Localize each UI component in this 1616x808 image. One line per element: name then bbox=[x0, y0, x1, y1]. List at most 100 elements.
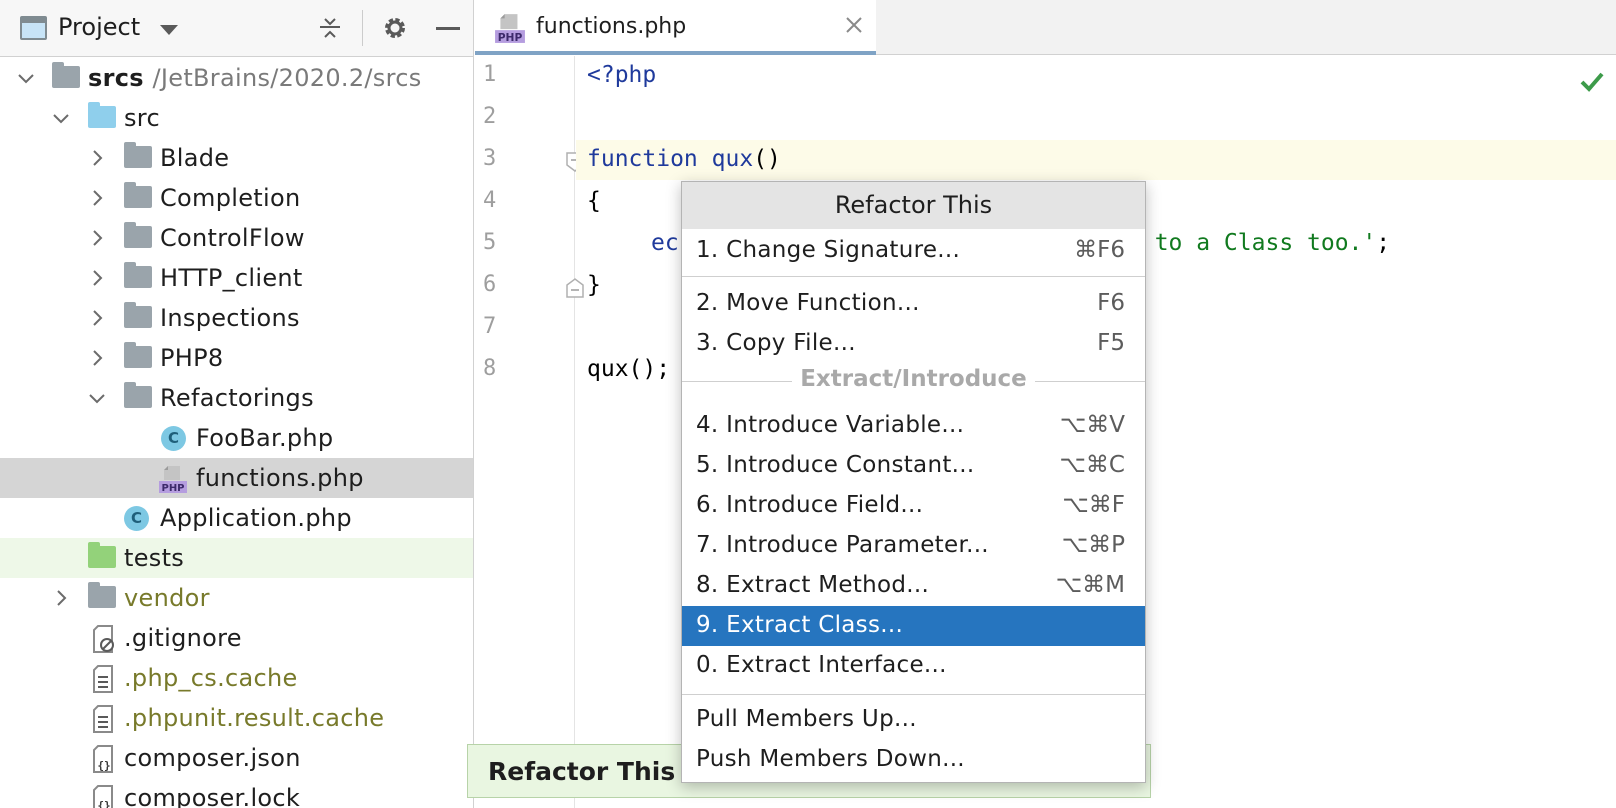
menu-item-extract-interface[interactable]: 0. Extract Interface... bbox=[682, 646, 1145, 686]
tree-item-http-client[interactable]: HTTP_client bbox=[0, 258, 473, 298]
tree-item-label: tests bbox=[124, 544, 185, 572]
menu-item-move-function[interactable]: 2. Move Function... F6 bbox=[682, 284, 1145, 324]
tree-item-label: srcs bbox=[88, 64, 144, 92]
line-number: 8 bbox=[483, 356, 497, 381]
svg-text:PHP: PHP bbox=[498, 31, 523, 44]
chevron-down-icon[interactable] bbox=[17, 69, 35, 87]
code-punctuation: () bbox=[753, 146, 781, 172]
menu-item-introduce-field[interactable]: 6. Introduce Field... ⌥⌘F bbox=[682, 486, 1145, 526]
close-icon[interactable] bbox=[843, 14, 865, 36]
line-number: 6 bbox=[483, 272, 497, 297]
tree-item-controlflow[interactable]: ControlFlow bbox=[0, 218, 473, 258]
menu-item-introduce-parameter[interactable]: 7. Introduce Parameter... ⌥⌘P bbox=[682, 526, 1145, 566]
hint-text: Refactor This bbox=[488, 757, 676, 786]
menu-item-introduce-constant[interactable]: 5. Introduce Constant... ⌥⌘C bbox=[682, 446, 1145, 486]
chevron-right-icon[interactable] bbox=[88, 229, 106, 247]
chevron-right-icon[interactable] bbox=[88, 189, 106, 207]
tree-item-foobar-php[interactable]: C FooBar.php bbox=[0, 418, 473, 458]
test-folder-icon bbox=[88, 542, 116, 568]
source-folder-icon bbox=[88, 102, 116, 128]
menu-item-introduce-variable[interactable]: 4. Introduce Variable... ⌥⌘V bbox=[682, 406, 1145, 446]
tree-item-blade[interactable]: Blade bbox=[0, 138, 473, 178]
ignore-file-icon bbox=[93, 625, 114, 653]
code-punctuation: ; bbox=[1376, 230, 1391, 256]
folder-icon bbox=[124, 222, 152, 248]
tree-item-label: .gitignore bbox=[124, 624, 242, 652]
menu-item-label: 1. Change Signature... bbox=[696, 237, 961, 263]
menu-item-shortcut: ⌥⌘V bbox=[1059, 412, 1125, 438]
tree-item-label: ControlFlow bbox=[160, 224, 305, 252]
chevron-right-icon[interactable] bbox=[88, 149, 106, 167]
tab-label: functions.php bbox=[536, 14, 687, 39]
folder-icon bbox=[124, 262, 152, 288]
tree-item-tests[interactable]: tests bbox=[0, 538, 473, 578]
code-text: qux(); bbox=[587, 356, 671, 382]
tree-item-inspections[interactable]: Inspections bbox=[0, 298, 473, 338]
folder-icon bbox=[124, 182, 152, 208]
svg-text:{}: {} bbox=[97, 759, 110, 772]
json-file-icon: {} bbox=[93, 745, 113, 773]
tree-item-functions-php[interactable]: PHP functions.php bbox=[0, 458, 473, 498]
chevron-down-icon[interactable] bbox=[88, 389, 106, 407]
project-view-title[interactable]: Project bbox=[58, 13, 140, 41]
hide-panel-icon[interactable] bbox=[436, 27, 460, 30]
tree-item-php-cs-cache[interactable]: .php_cs.cache bbox=[0, 658, 473, 698]
tree-item-composer-json[interactable]: {} composer.json bbox=[0, 738, 473, 778]
tree-item-label: functions.php bbox=[196, 464, 364, 492]
popup-title: Refactor This bbox=[682, 182, 1145, 229]
menu-item-shortcut: ⌥⌘F bbox=[1062, 492, 1125, 518]
menu-item-label: 4. Introduce Variable... bbox=[696, 412, 965, 438]
php-file-icon: PHP bbox=[495, 14, 525, 44]
gear-icon[interactable] bbox=[381, 14, 409, 42]
menu-item-push-members-down[interactable]: Push Members Down... bbox=[682, 740, 1145, 780]
line-number: 5 bbox=[483, 230, 497, 255]
tree-item-vendor[interactable]: vendor bbox=[0, 578, 473, 618]
chevron-right-icon[interactable] bbox=[52, 589, 70, 607]
tree-item-label: FooBar.php bbox=[196, 424, 334, 452]
menu-item-copy-file[interactable]: 3. Copy File... F5 bbox=[682, 324, 1145, 364]
menu-item-label: 8. Extract Method... bbox=[696, 572, 930, 598]
tree-item-label: .php_cs.cache bbox=[124, 664, 298, 692]
tree-item-label: Refactorings bbox=[160, 384, 314, 412]
php-class-icon: C bbox=[161, 426, 186, 451]
text-file-icon bbox=[93, 705, 113, 733]
menu-item-shortcut: ⌥⌘C bbox=[1059, 452, 1125, 478]
tree-item-completion[interactable]: Completion bbox=[0, 178, 473, 218]
tree-item-path: /JetBrains/2020.2/srcs bbox=[152, 64, 422, 92]
menu-item-shortcut: ⌥⌘M bbox=[1055, 572, 1125, 598]
chevron-right-icon[interactable] bbox=[88, 309, 106, 327]
tree-item-composer-lock[interactable]: {} composer.lock bbox=[0, 778, 473, 808]
line-number: 3 bbox=[483, 146, 497, 171]
tab-functions-php[interactable]: PHP functions.php bbox=[475, 0, 876, 55]
menu-item-label: 2. Move Function... bbox=[696, 290, 920, 316]
tree-item-php8[interactable]: PHP8 bbox=[0, 338, 473, 378]
menu-item-extract-method[interactable]: 8. Extract Method... ⌥⌘M bbox=[682, 566, 1145, 606]
line-number: 2 bbox=[483, 104, 497, 129]
chevron-down-icon[interactable] bbox=[160, 25, 178, 35]
menu-item-pull-members-up[interactable]: Pull Members Up... bbox=[682, 700, 1145, 740]
tree-item-application-php[interactable]: C Application.php bbox=[0, 498, 473, 538]
tree-item-label: Completion bbox=[160, 184, 301, 212]
code-string: d to a Class too.' bbox=[1127, 230, 1377, 256]
project-window-icon bbox=[20, 16, 47, 40]
menu-item-label: 9. Extract Class... bbox=[696, 612, 904, 638]
menu-item-label: 3. Copy File... bbox=[696, 330, 856, 356]
menu-item-shortcut: F5 bbox=[1097, 330, 1125, 356]
project-panel: Project srcs /JetBrains/2020.2/srcs src … bbox=[0, 0, 474, 808]
chevron-right-icon[interactable] bbox=[88, 269, 106, 287]
collapse-all-icon[interactable] bbox=[316, 14, 344, 42]
chevron-right-icon[interactable] bbox=[88, 349, 106, 367]
tree-item-phpunit-result-cache[interactable]: .phpunit.result.cache bbox=[0, 698, 473, 738]
menu-item-extract-class[interactable]: 9. Extract Class... bbox=[682, 606, 1145, 646]
menu-item-label: 5. Introduce Constant... bbox=[696, 452, 975, 478]
check-icon[interactable] bbox=[1579, 68, 1605, 94]
chevron-down-icon[interactable] bbox=[52, 109, 70, 127]
tree-item-gitignore[interactable]: .gitignore bbox=[0, 618, 473, 658]
tree-item-srcs[interactable]: srcs /JetBrains/2020.2/srcs bbox=[0, 58, 473, 98]
tree-item-label: .phpunit.result.cache bbox=[124, 704, 385, 732]
menu-item-label: Push Members Down... bbox=[696, 746, 965, 772]
tree-item-refactorings[interactable]: Refactorings bbox=[0, 378, 473, 418]
tree-item-label: Blade bbox=[160, 144, 230, 172]
tree-item-src[interactable]: src bbox=[0, 98, 473, 138]
menu-item-change-signature[interactable]: 1. Change Signature... ⌘F6 bbox=[682, 231, 1145, 271]
